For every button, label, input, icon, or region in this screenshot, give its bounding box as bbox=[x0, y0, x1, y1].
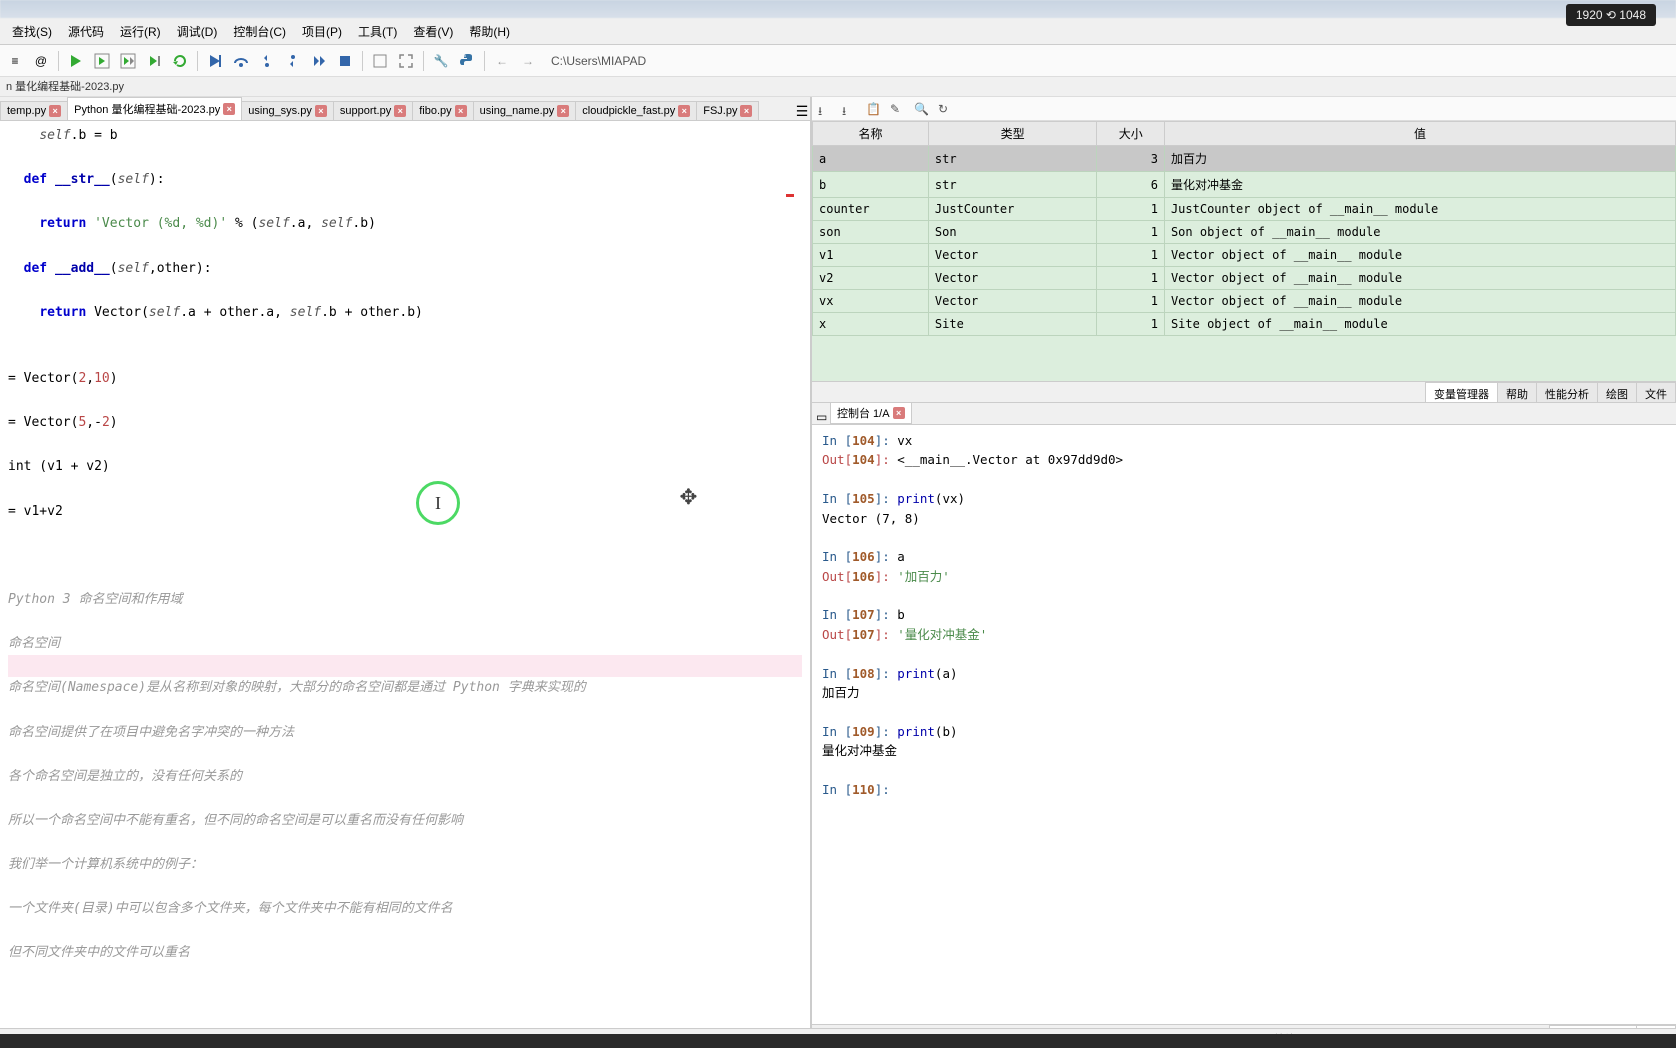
tab-help[interactable]: 帮助 bbox=[1497, 382, 1537, 402]
run-selection-icon[interactable] bbox=[143, 50, 165, 72]
stop-icon[interactable] bbox=[334, 50, 356, 72]
tab-files[interactable]: 文件 bbox=[1636, 382, 1676, 402]
editor-tab[interactable]: using_sys.py× bbox=[241, 101, 334, 120]
variable-row[interactable]: vxVector1Vector object of __main__ modul… bbox=[813, 290, 1676, 313]
edit-icon[interactable]: ✎ bbox=[890, 102, 904, 116]
menu-tools[interactable]: 工具(T) bbox=[350, 19, 405, 44]
menu-help[interactable]: 帮助(H) bbox=[461, 19, 518, 44]
close-icon[interactable]: × bbox=[893, 407, 905, 419]
tab-plots[interactable]: 绘图 bbox=[1597, 382, 1637, 402]
table-header[interactable]: 大小 bbox=[1097, 122, 1164, 146]
python-icon[interactable] bbox=[456, 50, 478, 72]
menu-view[interactable]: 查看(V) bbox=[405, 19, 461, 44]
rerun-icon[interactable] bbox=[169, 50, 191, 72]
tab-menu-icon[interactable]: ☰ bbox=[794, 103, 810, 120]
close-icon[interactable]: × bbox=[49, 105, 61, 117]
menu-run[interactable]: 运行(R) bbox=[112, 19, 169, 44]
continue-icon[interactable] bbox=[308, 50, 330, 72]
right-pane-tabs: 变量管理器 帮助 性能分析 绘图 文件 bbox=[812, 381, 1676, 403]
step-out-icon[interactable] bbox=[282, 50, 304, 72]
editor-tab[interactable]: using_name.py× bbox=[473, 101, 577, 120]
editor-tab[interactable]: cloudpickle_fast.py× bbox=[575, 101, 697, 120]
copy-icon[interactable]: 📋 bbox=[866, 102, 880, 116]
table-header[interactable]: 值 bbox=[1164, 122, 1675, 146]
close-icon[interactable]: × bbox=[455, 105, 467, 117]
editor-tab[interactable]: temp.py× bbox=[0, 101, 68, 120]
table-header[interactable]: 类型 bbox=[928, 122, 1097, 146]
tab-variable-explorer[interactable]: 变量管理器 bbox=[1425, 382, 1498, 402]
variable-toolbar: ⭳ ⭳ 📋 ✎ 🔍 ↻ bbox=[812, 97, 1676, 121]
close-icon[interactable]: × bbox=[223, 103, 235, 115]
back-icon[interactable]: ← bbox=[491, 50, 513, 72]
breadcrumb: n 量化编程基础-2023.py bbox=[0, 77, 1676, 97]
variable-explorer[interactable]: 名称类型大小值astr3加百力bstr6量化对冲基金counterJustCou… bbox=[812, 121, 1676, 381]
variable-row[interactable]: counterJustCounter1JustCounter object of… bbox=[813, 198, 1676, 221]
table-header[interactable]: 名称 bbox=[813, 122, 929, 146]
editor-tab[interactable]: Python 量化编程基础-2023.py× bbox=[67, 97, 242, 120]
code-editor[interactable]: self.b = b def __str__(self): return 'Ve… bbox=[0, 121, 810, 1046]
console-menu-icon[interactable]: ▭ bbox=[816, 410, 830, 424]
variable-row[interactable]: xSite1Site object of __main__ module bbox=[813, 313, 1676, 336]
cell-icon[interactable] bbox=[369, 50, 391, 72]
search-icon[interactable]: 🔍 bbox=[914, 102, 928, 116]
save-all-icon[interactable]: ⭳ bbox=[842, 102, 856, 116]
menubar: 查找(S) 源代码 运行(R) 调试(D) 控制台(C) 项目(P) 工具(T)… bbox=[0, 18, 1676, 45]
close-icon[interactable]: × bbox=[394, 105, 406, 117]
wrench-icon[interactable]: 🔧 bbox=[430, 50, 452, 72]
step-into-icon[interactable] bbox=[256, 50, 278, 72]
run-icon[interactable] bbox=[65, 50, 87, 72]
menu-project[interactable]: 项目(P) bbox=[294, 19, 350, 44]
at-icon[interactable]: @ bbox=[30, 50, 52, 72]
variable-row[interactable]: bstr6量化对冲基金 bbox=[813, 172, 1676, 198]
editor-tab[interactable]: fibo.py× bbox=[412, 101, 473, 120]
tab-profiler[interactable]: 性能分析 bbox=[1536, 382, 1598, 402]
close-icon[interactable]: × bbox=[315, 105, 327, 117]
console-tab-1[interactable]: 控制台 1/A × bbox=[830, 402, 912, 424]
ipython-console[interactable]: In [104]: vxOut[104]: <__main__.Vector a… bbox=[812, 425, 1676, 1024]
step-over-icon[interactable] bbox=[230, 50, 252, 72]
editor-tabs: temp.py×Python 量化编程基础-2023.py×using_sys.… bbox=[0, 97, 810, 121]
move-cursor-icon: ✥ bbox=[680, 471, 697, 519]
close-icon[interactable]: × bbox=[740, 105, 752, 117]
run-cell-icon[interactable] bbox=[91, 50, 113, 72]
menu-console[interactable]: 控制台(C) bbox=[225, 19, 294, 44]
menu-find[interactable]: 查找(S) bbox=[4, 19, 60, 44]
menu-source[interactable]: 源代码 bbox=[60, 19, 112, 44]
save-icon[interactable]: ⭳ bbox=[818, 102, 832, 116]
variable-row[interactable]: astr3加百力 bbox=[813, 146, 1676, 172]
close-icon[interactable]: × bbox=[557, 105, 569, 117]
refresh-icon[interactable]: ↻ bbox=[938, 102, 952, 116]
debug-icon[interactable] bbox=[204, 50, 226, 72]
variable-row[interactable]: v1Vector1Vector object of __main__ modul… bbox=[813, 244, 1676, 267]
cursor-highlight-ring: I bbox=[416, 481, 460, 525]
variable-row[interactable]: v2Vector1Vector object of __main__ modul… bbox=[813, 267, 1676, 290]
close-icon[interactable]: × bbox=[678, 105, 690, 117]
maximize-icon[interactable] bbox=[395, 50, 417, 72]
run-cell-next-icon[interactable] bbox=[117, 50, 139, 72]
menu-debug[interactable]: 调试(D) bbox=[169, 19, 226, 44]
screen-dimension-badge: 1920 ⟲ 1048 bbox=[1566, 4, 1656, 26]
editor-tab[interactable]: FSJ.py× bbox=[696, 101, 759, 120]
error-marker bbox=[786, 194, 794, 197]
console-tabs: ▭ 控制台 1/A × bbox=[812, 403, 1676, 425]
editor-tab[interactable]: support.py× bbox=[333, 101, 413, 120]
outline-icon[interactable]: ≡ bbox=[4, 50, 26, 72]
working-dir: C:\Users\MIAPAD bbox=[551, 54, 646, 68]
forward-icon[interactable]: → bbox=[517, 50, 539, 72]
toolbar: ≡ @ 🔧 ← → C:\Users\MIAPAD bbox=[0, 45, 1676, 77]
variable-row[interactable]: sonSon1Son object of __main__ module bbox=[813, 221, 1676, 244]
